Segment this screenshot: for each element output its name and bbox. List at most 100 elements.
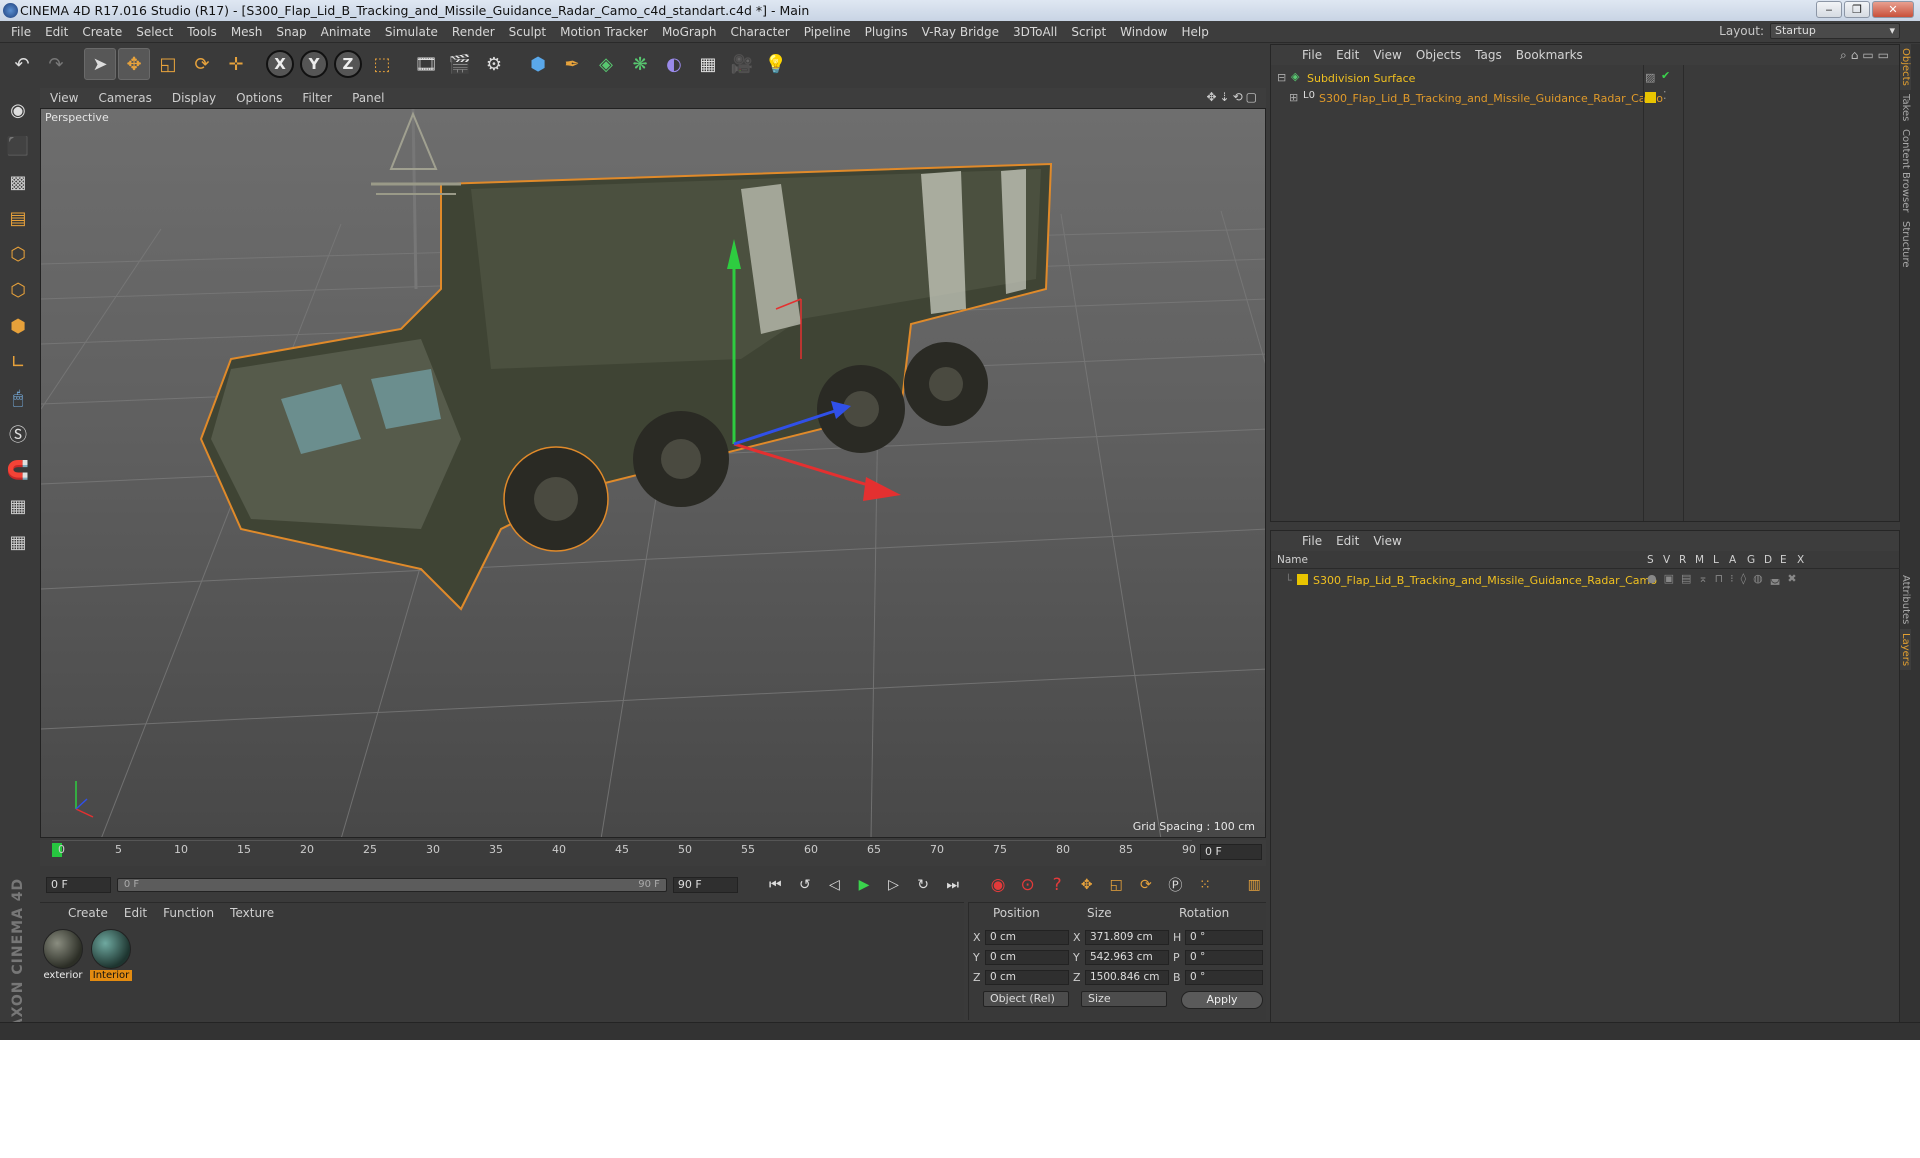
points-mode-icon[interactable]: ⬡: [3, 238, 33, 270]
deformer-icon[interactable]: ◐: [658, 48, 690, 80]
rotation-h-field[interactable]: 0 °: [1185, 930, 1263, 945]
viewport-menu-cameras[interactable]: Cameras: [88, 91, 161, 105]
position-z-field[interactable]: 0 cm: [985, 970, 1069, 985]
menu-edit[interactable]: Edit: [38, 25, 75, 39]
objects-menu-view[interactable]: View: [1366, 48, 1408, 62]
previous-key-icon[interactable]: ↺: [793, 873, 817, 897]
floor-scene-icon[interactable]: ▦: [692, 48, 724, 80]
light-icon[interactable]: 💡: [760, 48, 792, 80]
menu-mograph[interactable]: MoGraph: [655, 25, 724, 39]
move-tool-icon[interactable]: ✥: [118, 48, 150, 80]
menu-tools[interactable]: Tools: [180, 25, 224, 39]
layer-toggle-icons[interactable]: ●▣▤⌅⊓⁝◊◍◛✖: [1647, 572, 1804, 585]
end-frame-field[interactable]: 90 F: [672, 877, 738, 893]
menu-simulate[interactable]: Simulate: [378, 25, 445, 39]
go-to-start-icon[interactable]: ⏮: [764, 873, 788, 897]
render-settings-icon[interactable]: ⚙: [478, 48, 510, 80]
locked-workplane-icon[interactable]: ▦: [3, 526, 33, 558]
mograph-cloner-icon[interactable]: ❋: [624, 48, 656, 80]
menu-character[interactable]: Character: [723, 25, 796, 39]
previous-frame-icon[interactable]: ◁: [823, 873, 847, 897]
enabled-check-icon[interactable]: ✔: [1661, 69, 1670, 82]
material-interior[interactable]: Interior: [90, 929, 132, 981]
key-position-icon[interactable]: ✥: [1075, 873, 1099, 897]
edges-mode-icon[interactable]: ⬡: [3, 274, 33, 306]
enable-snap-icon[interactable]: 🧲: [3, 454, 33, 486]
tab-layers[interactable]: Layers: [1900, 628, 1911, 670]
position-y-field[interactable]: 0 cm: [985, 950, 1069, 965]
layer-color-icon[interactable]: [1645, 92, 1656, 103]
render-view-icon[interactable]: 🎞: [410, 48, 442, 80]
y-axis-lock-icon[interactable]: Y: [298, 48, 330, 80]
camera-icon[interactable]: 🎥: [726, 48, 758, 80]
key-rotation-icon[interactable]: ⟳: [1134, 873, 1158, 897]
viewport-menu-display[interactable]: Display: [162, 91, 226, 105]
snap-icon[interactable]: Ⓢ: [3, 418, 33, 450]
next-key-icon[interactable]: ↻: [911, 873, 935, 897]
start-frame-field[interactable]: 0 F: [46, 877, 111, 893]
layers-menu-view[interactable]: View: [1366, 534, 1408, 548]
play-icon[interactable]: ▶: [852, 873, 876, 897]
objects-menu-bookmarks[interactable]: Bookmarks: [1509, 48, 1590, 62]
polygons-mode-icon[interactable]: ⬢: [3, 310, 33, 342]
workplane-mode-icon[interactable]: ▤: [3, 202, 33, 234]
timeline-window-icon[interactable]: ▥: [1243, 873, 1267, 897]
undo-icon[interactable]: ↶: [6, 48, 38, 80]
menu-script[interactable]: Script: [1064, 25, 1113, 39]
apply-button[interactable]: Apply: [1181, 991, 1263, 1009]
layers-menu-edit[interactable]: Edit: [1329, 534, 1366, 548]
layers-menu-file[interactable]: File: [1295, 534, 1329, 548]
menu-select[interactable]: Select: [129, 25, 180, 39]
x-axis-lock-icon[interactable]: X: [264, 48, 296, 80]
coordinate-system-icon[interactable]: ⬚: [366, 48, 398, 80]
size-y-field[interactable]: 542.963 cm: [1085, 950, 1169, 965]
tab-structure[interactable]: Structure: [1900, 217, 1911, 272]
viewport-menu-filter[interactable]: Filter: [292, 91, 342, 105]
expand-icon[interactable]: ⊞: [1289, 91, 1298, 104]
menu-pipeline[interactable]: Pipeline: [797, 25, 858, 39]
minimize-button[interactable]: ‒: [1816, 1, 1842, 18]
redo-icon[interactable]: ↷: [40, 48, 72, 80]
objects-menu-tags[interactable]: Tags: [1468, 48, 1509, 62]
timeline-ruler[interactable]: 0 5 10 15 20 25 30 35 40 45 50 55 60 65 …: [40, 840, 1266, 866]
layout-dropdown[interactable]: Startup: [1770, 23, 1900, 39]
edit-visibility-icon[interactable]: ▨: [1645, 71, 1655, 84]
material-menu-texture[interactable]: Texture: [222, 906, 282, 920]
position-x-field[interactable]: 0 cm: [985, 930, 1069, 945]
viewport-navigation-icons[interactable]: ✥⇣⟲▢: [1206, 90, 1260, 104]
tree-row[interactable]: ⊟ ◈ Subdivision Surface ▨ ✔: [1271, 69, 1670, 87]
axis-mode-icon[interactable]: ∟: [3, 346, 33, 378]
menu-snap[interactable]: Snap: [269, 25, 313, 39]
preview-range-slider[interactable]: 0 F 90 F: [116, 878, 667, 892]
model-mode-icon[interactable]: ⬛: [3, 130, 33, 162]
pen-spline-icon[interactable]: ✒: [556, 48, 588, 80]
z-axis-lock-icon[interactable]: Z: [332, 48, 364, 80]
menu-motion-tracker[interactable]: Motion Tracker: [553, 25, 655, 39]
objects-menu-file[interactable]: File: [1295, 48, 1329, 62]
viewport-menu-panel[interactable]: Panel: [342, 91, 394, 105]
menu-animate[interactable]: Animate: [314, 25, 378, 39]
go-to-end-icon[interactable]: ⏭: [941, 873, 965, 897]
material-menu-create[interactable]: Create: [60, 906, 116, 920]
layer-color-icon[interactable]: [1297, 574, 1308, 585]
size-x-field[interactable]: 371.809 cm: [1085, 930, 1169, 945]
menu-create[interactable]: Create: [75, 25, 129, 39]
maximize-button[interactable]: ❐: [1844, 1, 1870, 18]
next-frame-icon[interactable]: ▷: [882, 873, 906, 897]
tab-content-browser[interactable]: Content Browser: [1900, 125, 1911, 216]
tab-objects[interactable]: Objects: [1900, 44, 1911, 90]
texture-mode-icon[interactable]: ▩: [3, 166, 33, 198]
objects-menu-objects[interactable]: Objects: [1409, 48, 1468, 62]
rotate-tool-icon[interactable]: ⟳: [186, 48, 218, 80]
select-tool-icon[interactable]: ➤: [84, 48, 116, 80]
menu-vray-bridge[interactable]: V-Ray Bridge: [915, 25, 1006, 39]
cube-primitive-icon[interactable]: ⬢: [522, 48, 554, 80]
3d-viewport[interactable]: Perspective Grid Spacing : 100 cm: [40, 108, 1266, 838]
menu-plugins[interactable]: Plugins: [858, 25, 915, 39]
menu-help[interactable]: Help: [1174, 25, 1215, 39]
render-picture-viewer-icon[interactable]: 🎬: [444, 48, 476, 80]
material-menu-edit[interactable]: Edit: [116, 906, 155, 920]
objects-menu-edit[interactable]: Edit: [1329, 48, 1366, 62]
coordinate-mode-dropdown[interactable]: Object (Rel): [983, 991, 1069, 1007]
scale-tool-icon[interactable]: ◱: [152, 48, 184, 80]
